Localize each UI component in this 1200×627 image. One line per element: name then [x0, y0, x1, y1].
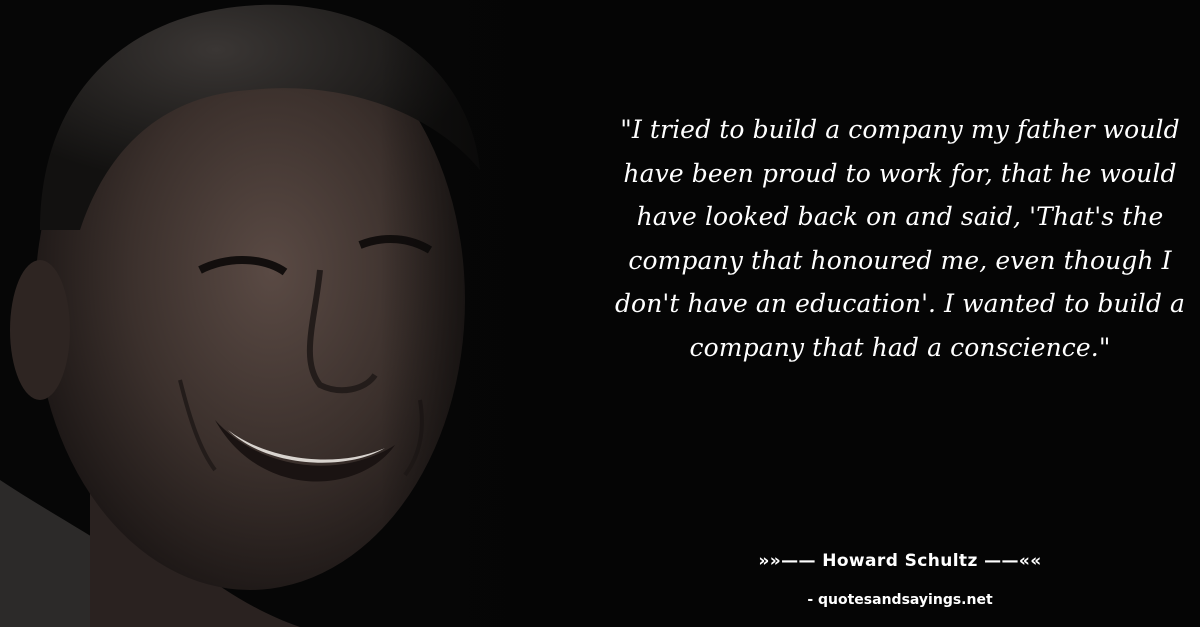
quote-text: "I tried to build a company my father wo… — [614, 115, 1186, 362]
quote-author: »»—— Howard Schultz ——«« — [758, 551, 1042, 571]
quote-card: "I tried to build a company my father wo… — [0, 0, 1200, 627]
photo-fade-overlay — [380, 0, 620, 627]
quote-source-site: - quotesandsayings.net — [807, 592, 993, 608]
